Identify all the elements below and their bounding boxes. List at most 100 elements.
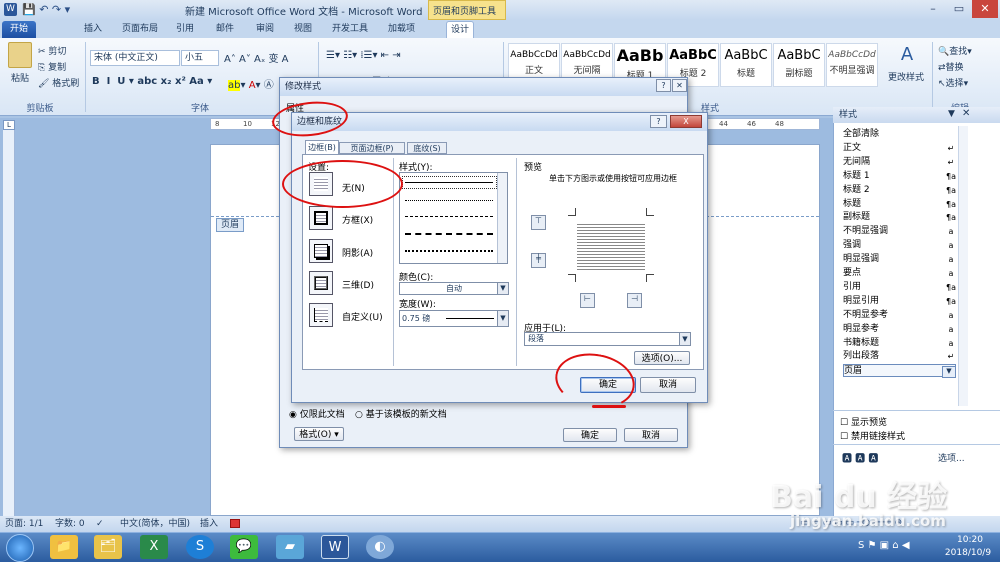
paste-icon[interactable]	[8, 42, 32, 68]
sogou-icon[interactable]: S	[186, 535, 214, 559]
start-button[interactable]	[6, 534, 34, 562]
styles-list-item[interactable]: 标题	[843, 198, 958, 211]
styles-list-item[interactable]: 书籍标题	[843, 337, 958, 350]
font-size-box[interactable]: 小五	[181, 50, 219, 66]
cut-button[interactable]: ✂ 剪切	[38, 44, 66, 57]
styles-list-item[interactable]: 副标题	[843, 211, 958, 224]
top-border-button[interactable]: ⊤	[531, 215, 546, 230]
styles-list-item[interactable]: 不明显强调	[843, 225, 958, 238]
setting-3d-icon[interactable]	[309, 271, 333, 295]
styles-list-item[interactable]: 页眉	[843, 364, 956, 378]
show-preview-checkbox[interactable]: ☐ 显示预览	[840, 415, 887, 428]
style-tile-subtle-emphasis[interactable]: AaBbCcDd 不明显强调	[826, 43, 878, 87]
folder-icon[interactable]: 📁	[50, 535, 78, 559]
setting-custom-label[interactable]: 自定义(U)	[342, 310, 383, 323]
format-button[interactable]: 格式(O) ▾	[294, 427, 344, 441]
styles-list-item[interactable]: 明显引用	[843, 295, 958, 308]
word-logo-icon[interactable]: W	[4, 3, 17, 16]
setting-shadow-label[interactable]: 阴影(A)	[342, 246, 373, 259]
styles-list-item[interactable]: 全部清除	[843, 128, 958, 141]
help-button[interactable]: ?	[650, 115, 667, 128]
tab-insert[interactable]: 插入	[80, 21, 106, 38]
paste-button[interactable]: 粘贴	[11, 71, 29, 84]
grow-shrink-font-buttons[interactable]: A˄ A˅ Aₓ 变 A	[224, 50, 289, 65]
find-button[interactable]: 🔍查找▾	[938, 44, 972, 57]
word-taskbar-icon[interactable]: W	[321, 535, 349, 559]
wechat-icon[interactable]: 💬	[230, 535, 258, 559]
left-border-button[interactable]: ⊢	[580, 293, 595, 308]
styles-list-item[interactable]: 标题 2	[843, 184, 958, 197]
change-styles-button[interactable]: 更改样式	[888, 70, 924, 83]
copy-button[interactable]: ⎘ 复制	[38, 60, 66, 73]
minimize-button[interactable]: –	[920, 0, 946, 18]
pane-close-icon[interactable]: ✕	[962, 108, 970, 119]
tab-selector[interactable]: L	[3, 120, 15, 130]
styles-list-item[interactable]: 列出段落	[843, 350, 958, 363]
setting-custom-icon[interactable]	[309, 303, 333, 327]
style-tile-subtitle[interactable]: AaBbC 副标题	[773, 43, 825, 87]
tab-shading[interactable]: 底纹(S)	[407, 142, 447, 154]
tab-page-layout[interactable]: 页面布局	[118, 21, 162, 38]
color-select[interactable]: 自动 ▼	[399, 282, 509, 295]
replace-button[interactable]: ⇄替换	[938, 60, 964, 73]
styles-list-item[interactable]: 强调	[843, 239, 958, 252]
styles-list-item[interactable]: 要点	[843, 267, 958, 280]
disable-linked-checkbox[interactable]: ☐ 禁用链接样式	[840, 429, 905, 442]
styles-list-item[interactable]: 不明显参考	[843, 309, 958, 322]
setting-shadow-icon[interactable]	[309, 239, 333, 263]
dialog-close-button[interactable]: X	[670, 115, 702, 128]
tab-addins[interactable]: 加载项	[384, 21, 419, 38]
width-select[interactable]: 0.75 磅 ▼	[399, 310, 509, 327]
browser-icon[interactable]: ◐	[366, 535, 394, 559]
tab-view[interactable]: 视图	[290, 21, 316, 38]
excel-icon[interactable]: X	[140, 535, 168, 559]
app-icon[interactable]: ▰	[276, 535, 304, 559]
tab-review[interactable]: 审阅	[252, 21, 278, 38]
vertical-ruler[interactable]	[3, 130, 15, 516]
modify-cancel-button[interactable]: 取消	[624, 428, 678, 442]
status-page[interactable]: 页面: 1/1	[5, 516, 43, 532]
clock-date[interactable]: 2018/10/9	[938, 548, 998, 558]
styles-list-item[interactable]: 正文	[843, 142, 958, 155]
style-tile-title[interactable]: AaBbC 标题	[720, 43, 772, 87]
right-border-button[interactable]: ⊣	[627, 293, 642, 308]
new-style-icons[interactable]: 🅰 🅰 🅰	[842, 450, 878, 465]
new-docs-radio[interactable]: ○ 基于该模板的新文档	[355, 407, 447, 420]
pane-scrollbar[interactable]	[958, 126, 968, 406]
close-window-button[interactable]: ✕	[972, 0, 998, 18]
status-insert-mode[interactable]: 插入	[200, 516, 218, 532]
setting-box-icon[interactable]	[309, 206, 333, 230]
font-name-box[interactable]: 宋体 (中文正文)	[90, 50, 180, 66]
modify-close-button[interactable]: ✕	[672, 79, 687, 92]
pane-menu-icon[interactable]: ▼	[948, 109, 955, 119]
tab-home[interactable]: 开始	[2, 21, 36, 38]
change-styles-icon[interactable]: A	[896, 44, 918, 66]
tab-borders[interactable]: 边框(B)	[305, 140, 339, 154]
tab-design[interactable]: 设计	[446, 21, 475, 38]
highlight-color-buttons[interactable]: ab▾ A▾ Ⓐ	[228, 76, 274, 91]
options-button[interactable]: 选项(O)...	[634, 351, 690, 365]
apply-to-select[interactable]: 段落 ▼	[524, 332, 691, 346]
tab-developer[interactable]: 开发工具	[328, 21, 372, 38]
only-this-doc-radio[interactable]: ◉ 仅限此文档	[289, 407, 345, 420]
spell-check-icon[interactable]: ✓	[96, 516, 104, 532]
styles-list-item[interactable]: 明显参考	[843, 323, 958, 336]
tab-mailings[interactable]: 邮件	[212, 21, 238, 38]
quick-access-toolbar[interactable]: 💾 ↶ ↷ ▾	[22, 3, 70, 16]
tab-page-border[interactable]: 页面边框(P)	[339, 142, 405, 154]
maximize-button[interactable]: ▭	[946, 0, 972, 18]
tray-icons[interactable]: S ⚑ ▣ ⌂ ◀	[858, 540, 910, 551]
pane-options-link[interactable]: 选项...	[938, 451, 965, 464]
setting-3d-label[interactable]: 三维(D)	[342, 278, 374, 291]
line-style-list[interactable]	[399, 172, 508, 264]
status-language[interactable]: 中文(简体，中国)	[120, 516, 190, 532]
modify-ok-button[interactable]: 确定	[563, 428, 617, 442]
macro-record-icon[interactable]	[230, 519, 240, 528]
format-painter-button[interactable]: 🖌 格式刷	[38, 76, 79, 89]
borders-cancel-button[interactable]: 取消	[640, 377, 696, 393]
setting-box-label[interactable]: 方框(X)	[342, 213, 373, 226]
styles-list-item[interactable]: 明显强调	[843, 253, 958, 266]
files-icon[interactable]: 🗂	[94, 535, 122, 559]
status-words[interactable]: 字数: 0	[55, 516, 85, 532]
pane-item-dropdown[interactable]: ▼	[942, 366, 956, 378]
